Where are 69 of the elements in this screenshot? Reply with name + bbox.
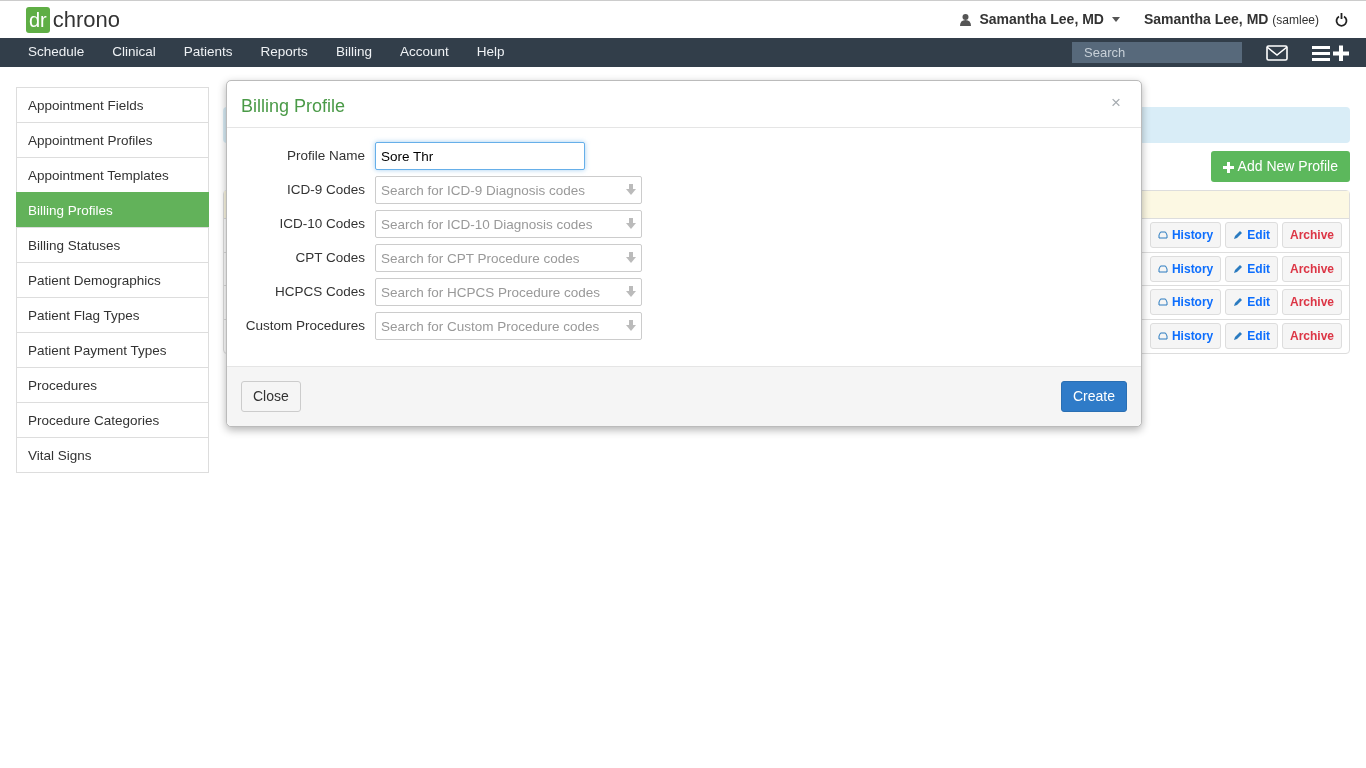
dialog-title: Billing Profile [241, 95, 346, 118]
arrow-down-icon [626, 286, 636, 297]
sidebar-item[interactable]: Appointment Templates [16, 157, 209, 193]
create-button[interactable]: Create [1060, 381, 1127, 412]
field-label: ICD-10 Codes [278, 214, 366, 233]
pencil-icon [1233, 297, 1244, 308]
arrow-down-icon [626, 184, 636, 195]
search-field[interactable]: Search [1072, 42, 1242, 63]
username: (samlee) [1272, 13, 1319, 27]
select-field[interactable]: Search for Custom Procedure codes [375, 312, 642, 340]
text-input[interactable]: Sore Thr [375, 142, 585, 170]
sidebar-item[interactable]: Appointment Fields [16, 87, 209, 123]
select-field[interactable]: Search for ICD-10 Diagnosis codes [375, 210, 642, 238]
archive-button[interactable]: Archive [1281, 255, 1342, 282]
caret-icon [1111, 17, 1120, 22]
user-menu[interactable]: Samantha Lee, MD [960, 9, 1120, 30]
logo-text: chrono [52, 6, 121, 34]
sidebar-item[interactable]: Procedures [16, 367, 209, 403]
sidebar-item[interactable]: Patient Demographics [16, 262, 209, 298]
nav-link[interactable]: Schedule [14, 42, 99, 63]
arrow-down-icon [626, 320, 636, 331]
field-label: ICD-9 Codes [285, 180, 366, 199]
tray-icon [1157, 298, 1168, 307]
field-label: Profile Name [285, 146, 366, 165]
field-label: HCPCS Codes [273, 282, 366, 301]
nav-link[interactable]: Clinical [98, 42, 170, 63]
tray-icon [1157, 332, 1168, 341]
nav-link[interactable]: Help [462, 42, 519, 63]
power-icon[interactable] [1335, 12, 1348, 27]
edit-button[interactable]: Edit [1225, 222, 1278, 249]
tray-icon [1157, 231, 1168, 240]
history-button[interactable]: History [1149, 289, 1222, 316]
select-field[interactable]: Search for CPT Procedure codes [375, 244, 642, 272]
history-button[interactable]: History [1149, 222, 1222, 249]
nav-link[interactable]: Reports [246, 42, 322, 63]
pencil-icon [1233, 230, 1244, 241]
archive-button[interactable]: Archive [1281, 222, 1342, 249]
edit-button[interactable]: Edit [1225, 289, 1278, 316]
archive-button[interactable]: Archive [1281, 323, 1342, 350]
menu-plus-icon[interactable] [1312, 44, 1352, 61]
nav-link[interactable]: Patients [169, 42, 247, 63]
sidebar-item[interactable]: Procedure Categories [16, 402, 209, 438]
sidebar-item[interactable]: Patient Payment Types [16, 332, 209, 368]
select-field[interactable]: Search for HCPCS Procedure codes [375, 278, 642, 306]
nav-link[interactable]: Account [385, 42, 463, 63]
tray-icon [1157, 264, 1168, 273]
account-name: Samantha Lee, MD (samlee) [1143, 10, 1319, 29]
sidebar-item[interactable]: Patient Flag Types [16, 297, 209, 333]
nav-link[interactable]: Billing [321, 42, 386, 63]
arrow-down-icon [626, 252, 636, 263]
sidebar-item[interactable]: Appointment Profiles [16, 122, 209, 158]
edit-button[interactable]: Edit [1225, 323, 1278, 350]
select-field[interactable]: Search for ICD-9 Diagnosis codes [375, 176, 642, 204]
edit-button[interactable]: Edit [1225, 255, 1278, 282]
person-icon [960, 13, 972, 26]
arrow-down-icon [626, 218, 636, 229]
close-button[interactable]: Close [241, 381, 301, 412]
field-label: Custom Procedures [244, 316, 366, 335]
archive-button[interactable]: Archive [1281, 289, 1342, 316]
sidebar-item[interactable]: Billing Statuses [16, 227, 209, 263]
history-button[interactable]: History [1149, 323, 1222, 350]
field-label: CPT Codes [294, 248, 366, 267]
pencil-icon [1233, 331, 1244, 342]
mail-icon[interactable] [1266, 44, 1288, 61]
sidebar-item[interactable]: Vital Signs [16, 437, 209, 473]
pencil-icon [1233, 263, 1244, 274]
history-button[interactable]: History [1149, 255, 1222, 282]
logo-badge: dr [26, 6, 50, 33]
plus-icon [1223, 161, 1235, 173]
